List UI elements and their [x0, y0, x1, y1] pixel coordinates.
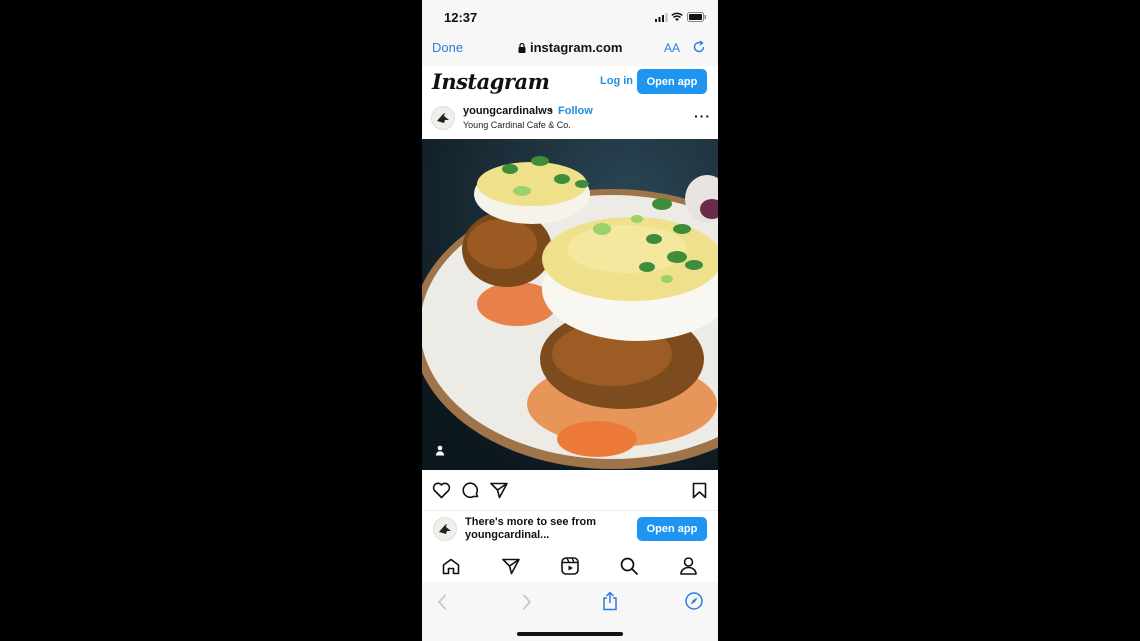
text-size-button[interactable]: AA: [664, 41, 680, 55]
search-icon[interactable]: [620, 557, 638, 575]
profile-icon[interactable]: [680, 557, 697, 575]
signal-icon: [655, 13, 668, 22]
wifi-icon: [671, 12, 683, 21]
lock-icon: [518, 42, 526, 53]
share-icon[interactable]: [602, 591, 618, 611]
avatar[interactable]: [431, 106, 455, 130]
browser-address-bar: Done instagram.com AA: [422, 34, 718, 67]
food-photo-illustration: [422, 139, 718, 470]
instagram-logo[interactable]: Instagram: [432, 69, 550, 94]
heart-icon[interactable]: [432, 482, 451, 499]
status-time: 12:37: [444, 10, 478, 25]
reels-icon[interactable]: [561, 557, 579, 575]
instagram-tab-bar: [422, 550, 718, 583]
home-icon[interactable]: [442, 558, 460, 575]
compass-icon[interactable]: [685, 592, 703, 610]
cardinal-logo-icon: [432, 107, 454, 129]
url-text: instagram.com: [530, 40, 623, 55]
open-app-banner: There's more to see from youngcardinal..…: [422, 510, 718, 552]
battery-icon: [687, 12, 706, 22]
post-location[interactable]: Young Cardinal Cafe & Co.: [463, 120, 571, 130]
banner-line-1: There's more to see from: [465, 516, 596, 528]
bookmark-icon[interactable]: [692, 482, 707, 499]
status-bar: 12:37: [422, 0, 718, 34]
instagram-header: Instagram Log in Open app: [422, 66, 718, 98]
banner-open-app-button[interactable]: Open app: [637, 517, 707, 541]
comment-icon[interactable]: [461, 481, 480, 500]
post-actions: [422, 470, 718, 510]
open-app-button[interactable]: Open app: [637, 69, 707, 94]
banner-avatar: [433, 517, 457, 541]
share-icon[interactable]: [490, 482, 508, 499]
separator-dot: •: [549, 105, 553, 117]
phone-screen: 12:37 Done instagram.com AA Instagram Lo…: [422, 0, 718, 641]
post-username[interactable]: youngcardinalws: [463, 105, 553, 117]
reload-icon[interactable]: [692, 40, 706, 54]
url-field[interactable]: instagram.com: [518, 40, 622, 55]
direct-icon[interactable]: [502, 558, 520, 575]
post-header: youngcardinalws • Follow Young Cardinal …: [422, 97, 718, 139]
browser-toolbar: [422, 582, 718, 641]
banner-message: There's more to see from youngcardinal..…: [465, 516, 635, 542]
tagged-user-icon[interactable]: [435, 445, 445, 456]
forward-icon[interactable]: [522, 594, 532, 610]
back-icon[interactable]: [437, 594, 447, 610]
more-options-button[interactable]: ···: [694, 108, 711, 124]
banner-line-2: youngcardinal...: [465, 529, 550, 541]
home-indicator[interactable]: [517, 632, 623, 636]
cardinal-logo-icon: [434, 518, 456, 540]
login-link[interactable]: Log in: [600, 75, 633, 87]
done-button[interactable]: Done: [432, 40, 463, 55]
follow-button[interactable]: Follow: [558, 105, 593, 117]
post-photo[interactable]: [422, 139, 718, 470]
